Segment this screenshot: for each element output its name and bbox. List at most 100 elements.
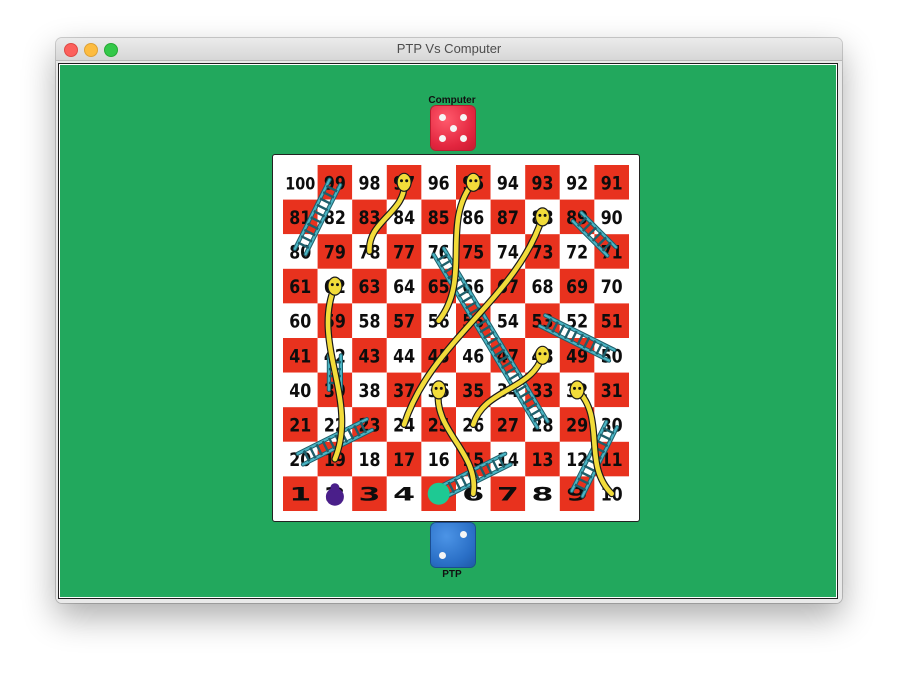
board-square: 27 xyxy=(490,407,526,442)
board-square: 58 xyxy=(352,303,387,338)
snake-eye xyxy=(538,352,542,356)
snake-eye xyxy=(330,283,334,287)
board-square: 79 xyxy=(317,234,353,269)
window-content: Computer 1009998979695949392918182838485… xyxy=(56,61,842,603)
board-square: 98 xyxy=(352,165,387,200)
board-square: 60 xyxy=(283,303,318,338)
square-number: 70 xyxy=(601,276,623,298)
board-square: 84 xyxy=(386,199,422,235)
square-number: 16 xyxy=(428,449,450,471)
ptp-dice[interactable] xyxy=(431,523,475,567)
board-square: 96 xyxy=(421,165,456,200)
board-square: 89 xyxy=(559,199,595,235)
square-number: 63 xyxy=(359,276,381,298)
square-number: 69 xyxy=(566,276,588,298)
snake-eye xyxy=(400,179,403,183)
square-number: 92 xyxy=(566,172,588,194)
square-number: 4 xyxy=(393,484,415,506)
board-square: 69 xyxy=(559,268,595,304)
snake-eye xyxy=(578,386,582,390)
board-square: 91 xyxy=(594,165,629,200)
board-square: 40 xyxy=(283,372,318,408)
player-token-ptp xyxy=(427,482,450,505)
board-square: 87 xyxy=(490,199,526,235)
dice-pip xyxy=(449,124,457,132)
computer-label: Computer xyxy=(428,95,476,106)
square-number: 74 xyxy=(497,242,519,264)
board-square: 77 xyxy=(386,234,422,269)
square-number: 29 xyxy=(566,415,588,437)
board-square: 100 xyxy=(283,165,318,200)
snake-head xyxy=(569,380,585,400)
square-number: 94 xyxy=(497,172,519,194)
ptp-label: PTP xyxy=(442,569,462,580)
square-number: 77 xyxy=(393,242,415,264)
square-number: 31 xyxy=(601,380,623,402)
board-square: 41 xyxy=(283,338,318,373)
square-number: 75 xyxy=(462,242,484,264)
square-number: 7 xyxy=(497,484,519,506)
board-square: 8 xyxy=(525,476,560,511)
dice-pip xyxy=(439,135,446,142)
snake-head xyxy=(327,276,343,296)
window-title: PTP Vs Computer xyxy=(396,41,502,56)
square-number: 46 xyxy=(462,345,484,367)
square-number: 57 xyxy=(393,311,415,333)
board-canvas: 1009998979695949392918182838485868788899… xyxy=(283,165,629,511)
square-number: 41 xyxy=(289,345,311,367)
square-number: 38 xyxy=(359,380,381,402)
board-square: 59 xyxy=(317,303,353,338)
square-number: 44 xyxy=(393,345,415,367)
board-square: 71 xyxy=(594,234,629,269)
dice-pip xyxy=(439,114,446,121)
square-number: 90 xyxy=(601,207,623,229)
square-number: 86 xyxy=(462,207,484,229)
board-square: 51 xyxy=(594,303,629,338)
snake-head xyxy=(396,172,412,192)
board-square: 93 xyxy=(525,165,560,200)
square-number: 13 xyxy=(532,449,554,471)
square-number: 43 xyxy=(359,345,381,367)
square-number: 1 xyxy=(289,484,311,506)
board-square: 63 xyxy=(352,268,387,304)
square-number: 27 xyxy=(497,415,519,437)
token-head xyxy=(330,483,340,493)
board-square: 57 xyxy=(386,303,422,338)
board-square: 21 xyxy=(283,407,318,442)
board-square: 38 xyxy=(352,372,387,408)
board-square: 1 xyxy=(283,476,318,511)
board-square: 70 xyxy=(594,268,629,304)
snake-eye xyxy=(474,179,478,183)
snake-head xyxy=(431,380,447,400)
square-number: 79 xyxy=(324,242,346,264)
snake-eye xyxy=(573,386,576,390)
square-number: 18 xyxy=(359,449,381,471)
board-square: 85 xyxy=(421,199,456,235)
square-number: 61 xyxy=(289,276,311,298)
board-square: 18 xyxy=(352,441,387,477)
square-number: 21 xyxy=(289,415,311,437)
square-number: 35 xyxy=(462,380,484,402)
board-square: 3 xyxy=(352,476,387,511)
square-number: 17 xyxy=(393,449,415,471)
square-number: 60 xyxy=(289,311,311,333)
board-square: 83 xyxy=(352,199,387,235)
snake-eye xyxy=(538,213,542,217)
square-number: 96 xyxy=(428,172,450,194)
square-number: 100 xyxy=(285,174,315,194)
board-square: 31 xyxy=(594,372,629,408)
square-number: 58 xyxy=(359,311,381,333)
square-number: 98 xyxy=(359,172,381,194)
board-square: 75 xyxy=(456,234,491,269)
square-number: 64 xyxy=(393,276,415,298)
snake-eye xyxy=(543,213,547,217)
snake-eye xyxy=(439,386,443,390)
board-square: 92 xyxy=(559,165,595,200)
dice-pip xyxy=(460,114,467,121)
title-bar: PTP Vs Computer xyxy=(56,38,842,61)
dice-pip xyxy=(460,135,467,142)
square-number: 54 xyxy=(497,311,519,333)
board-square: 68 xyxy=(525,268,560,304)
board-square: 16 xyxy=(421,441,456,477)
snake-head xyxy=(534,207,551,227)
